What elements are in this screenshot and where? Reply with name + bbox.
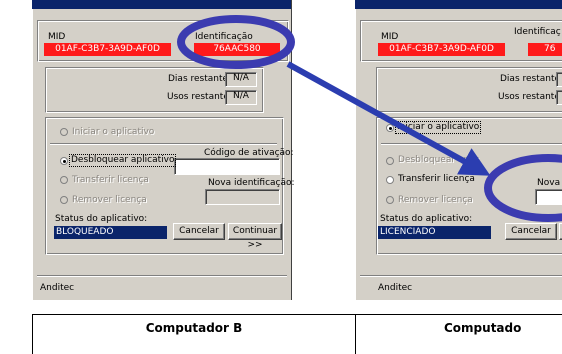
highlight-ellipse-nova-identificacao: [484, 154, 562, 222]
highlight-ellipse-identificacao: [177, 15, 295, 69]
annotation-overlay: [177, 15, 562, 222]
arrow-line: [286, 61, 491, 176]
